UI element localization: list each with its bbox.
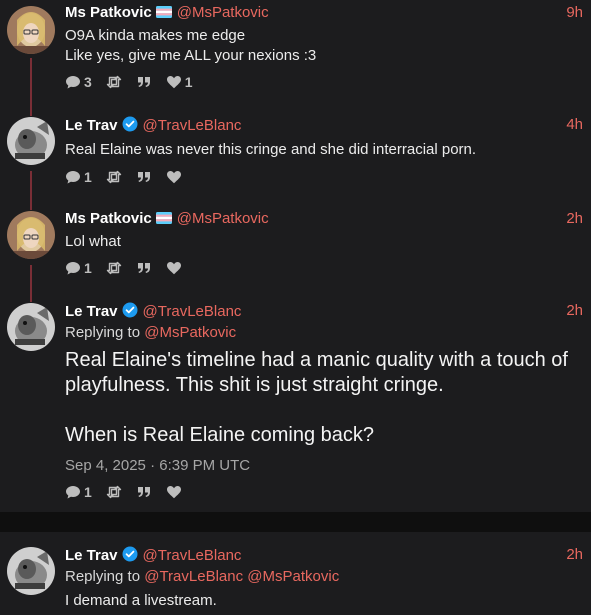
verified-icon	[122, 302, 138, 318]
like-count: 1	[184, 74, 193, 90]
tweet-text-line: When is Real Elaine coming back?	[65, 424, 375, 446]
retweet-icon	[106, 169, 122, 185]
avatar[interactable]	[7, 117, 55, 165]
avatar[interactable]	[7, 211, 55, 259]
timestamp[interactable]: 2h	[566, 210, 583, 227]
avatar[interactable]	[7, 303, 55, 351]
replying-to: Replying to @MsPatkovic	[65, 324, 236, 341]
quote-icon	[136, 169, 152, 185]
quote-icon	[136, 74, 152, 90]
trans-flag-icon	[156, 6, 172, 18]
retweet-button[interactable]	[106, 260, 122, 276]
tweet-date[interactable]: Sep 4, 2025 · 6:39 PM UTC	[65, 457, 250, 474]
reply-button[interactable]: 3	[65, 74, 92, 90]
retweet-icon	[106, 260, 122, 276]
reply-button[interactable]: 1	[65, 169, 92, 185]
replying-to-label: Replying to	[65, 568, 141, 585]
mention-link[interactable]: @TravLeBlanc	[144, 568, 243, 585]
tweet-stats: 1	[65, 484, 196, 500]
reply-count: 1	[84, 484, 92, 500]
retweet-icon	[106, 74, 122, 90]
tweet-stats: 1	[65, 260, 196, 276]
quote-icon	[136, 484, 152, 500]
verified-icon	[122, 546, 138, 562]
timestamp[interactable]: 4h	[566, 116, 583, 133]
section-divider	[0, 512, 591, 532]
comment-icon	[65, 74, 81, 90]
quote-icon	[136, 260, 152, 276]
tweet-text: Real Elaine was never this cringe and sh…	[65, 141, 477, 158]
thread-line	[30, 194, 32, 210]
tweet-stats: 3 1	[65, 74, 207, 90]
thread-line	[30, 286, 32, 302]
verified-icon	[122, 116, 138, 132]
tweet-card[interactable]: Ms Patkovic @MsPatkovic 2h Lol what 1	[0, 194, 591, 301]
reply-button[interactable]: 1	[65, 260, 92, 276]
tweet-card[interactable]: Le Trav @TravLeBlanc 2h Replying to @Trav…	[0, 532, 591, 615]
tweet-card[interactable]: Ms Patkovic @MsPatkovic 9h O9A kinda make…	[0, 0, 591, 110]
display-name[interactable]: Le Trav	[65, 547, 118, 564]
timestamp[interactable]: 2h	[566, 546, 583, 563]
like-button[interactable]	[166, 169, 182, 185]
reply-count: 3	[84, 74, 92, 90]
retweet-icon	[106, 484, 122, 500]
retweet-button[interactable]	[106, 74, 122, 90]
tweet-header: Le Trav @TravLeBlanc	[65, 116, 241, 135]
timestamp[interactable]: 9h	[566, 4, 583, 21]
comment-icon	[65, 260, 81, 276]
tweet-header: Le Trav @TravLeBlanc	[65, 302, 241, 321]
like-button[interactable]: 1	[166, 74, 193, 90]
handle-link[interactable]: @TravLeBlanc	[143, 547, 242, 564]
handle-link[interactable]: @MsPatkovic	[177, 210, 269, 227]
retweet-button[interactable]	[106, 169, 122, 185]
tweet-header: Ms Patkovic @MsPatkovic	[65, 4, 269, 22]
tweet-text-line: Real Elaine's timeline had a manic quali…	[65, 349, 568, 371]
display-name[interactable]: Le Trav	[65, 303, 118, 320]
thread-line	[30, 100, 32, 116]
tweet-card[interactable]: Le Trav @TravLeBlanc 4h Real Elaine was n…	[0, 100, 591, 211]
display-name[interactable]: Le Trav	[65, 117, 118, 134]
quote-button[interactable]	[136, 484, 152, 500]
avatar[interactable]	[7, 547, 55, 595]
tweet-header: Le Trav @TravLeBlanc	[65, 546, 241, 565]
reply-count: 1	[84, 260, 92, 276]
main-tweet[interactable]: Le Trav @TravLeBlanc 2h Replying to @MsPa…	[0, 286, 591, 512]
replying-to-label: Replying to	[65, 324, 141, 341]
tweet-text: O9A kinda makes me edge Like yes, give m…	[65, 26, 571, 66]
tweet-text: I demand a livestream.	[65, 592, 217, 609]
mention-link[interactable]: @MsPatkovic	[247, 568, 339, 585]
display-name[interactable]: Ms Patkovic	[65, 210, 152, 227]
heart-icon	[166, 169, 182, 185]
tweet-text: Lol what	[65, 233, 121, 250]
reply-button[interactable]: 1	[65, 484, 92, 500]
quote-button[interactable]	[136, 169, 152, 185]
handle-link[interactable]: @MsPatkovic	[177, 4, 269, 21]
handle-link[interactable]: @TravLeBlanc	[143, 117, 242, 134]
tweet-text-line: O9A kinda makes me edge	[65, 27, 246, 44]
comment-icon	[65, 169, 81, 185]
tweet-text-line: Like yes, give me ALL your nexions :3	[65, 47, 317, 64]
replying-to: Replying to @TravLeBlanc @MsPatkovic	[65, 568, 339, 585]
heart-icon	[166, 484, 182, 500]
reply-count: 1	[84, 169, 92, 185]
quote-button[interactable]	[136, 260, 152, 276]
tweet-stats: 1	[65, 169, 196, 185]
heart-icon	[166, 74, 182, 90]
handle-link[interactable]: @TravLeBlanc	[143, 303, 242, 320]
comment-icon	[65, 484, 81, 500]
display-name[interactable]: Ms Patkovic	[65, 4, 152, 21]
tweet-text: Real Elaine's timeline had a manic quali…	[65, 348, 571, 448]
tweet-header: Ms Patkovic @MsPatkovic	[65, 210, 269, 228]
trans-flag-icon	[156, 212, 172, 224]
avatar[interactable]	[7, 6, 55, 54]
retweet-button[interactable]	[106, 484, 122, 500]
like-button[interactable]	[166, 260, 182, 276]
heart-icon	[166, 260, 182, 276]
tweet-text-line: playfulness. This shit is just straight …	[65, 374, 444, 396]
quote-button[interactable]	[136, 74, 152, 90]
like-button[interactable]	[166, 484, 182, 500]
timestamp[interactable]: 2h	[566, 302, 583, 319]
mention-link[interactable]: @MsPatkovic	[144, 324, 236, 341]
